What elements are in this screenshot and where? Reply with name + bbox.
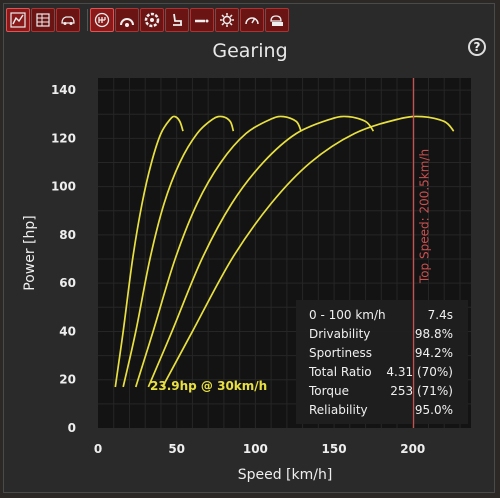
stats-value: 253 (71%) [390,384,453,398]
x-tick-label: 150 [322,442,347,456]
stats-label: Torque [308,384,349,398]
stats-label: Sportiness [309,346,372,360]
y-tick-label: 40 [59,324,76,338]
y-tick-label: 140 [51,83,76,97]
y-tick-label: 80 [59,228,76,242]
x-tick-label: 50 [168,442,185,456]
stats-value: 4.31 (70%) [386,365,453,379]
stats-value: 95.0% [415,403,453,417]
stats-value: 98.8% [415,327,453,341]
y-tick-label: 0 [68,421,76,435]
stats-label: Total Ratio [308,365,372,379]
stats-label: Drivability [309,327,370,341]
x-tick-label: 100 [243,442,268,456]
stats-label: 0 - 100 km/h [309,308,386,322]
power-annotation: 23.9hp @ 30km/h [150,379,267,393]
y-tick-label: 120 [51,131,76,145]
x-axis-label: Speed [km/h] [238,467,333,483]
top-speed-label: Top Speed: 200.5km/h [418,149,432,284]
x-tick-label: 200 [400,442,425,456]
y-tick-label: 100 [51,180,76,194]
stats-label: Reliability [309,403,368,417]
y-axis-label: Power [hp] [22,215,38,290]
stats-value: 7.4s [428,308,453,322]
stats-value: 94.2% [415,346,453,360]
y-tick-label: 60 [59,276,76,290]
x-tick-label: 0 [94,442,102,456]
gearing-chart: 0 20 40 60 80 100 120 140 0 50 100 150 200 Speed [km/… [22,78,471,483]
y-tick-label: 20 [59,373,76,387]
